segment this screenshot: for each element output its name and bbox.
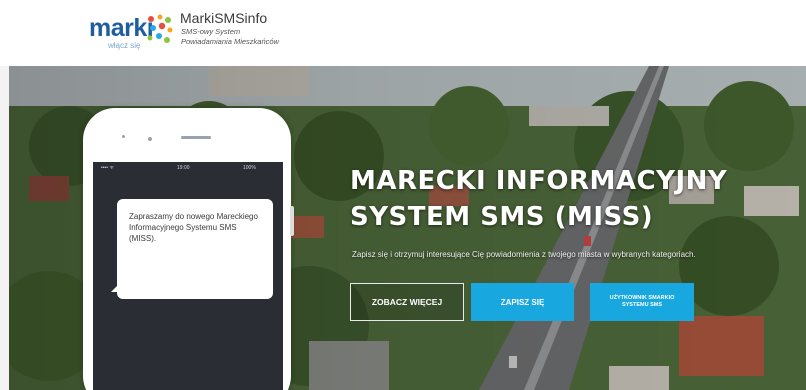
hero-subtitle: Zapisz się i otrzymuj interesujące Cię p… — [352, 250, 696, 259]
logo-tagline: włącz się — [108, 41, 141, 50]
signup-button[interactable]: ZAPISZ SIĘ — [471, 283, 574, 321]
brand-subtitle-line2: Powiadamiania Mieszkańców — [181, 37, 279, 46]
sms-message-text: Zapraszamy do nowego Mareckiego Informac… — [129, 212, 258, 243]
logo-dots-icon — [147, 14, 173, 43]
status-time: 19:00 — [177, 165, 190, 171]
phone-sensor-icon — [148, 137, 152, 141]
logo-wordmark[interactable]: marki — [89, 14, 154, 43]
hero-title-line1: MARECKI INFORMACYJNY — [350, 166, 728, 196]
site-header: marki włącz się MarkiSMSinfo SMS-owy Sys… — [0, 0, 806, 66]
users-button[interactable]: UŻYTKOWNIK SMARKIO SYSTEMU SMS — [590, 283, 694, 321]
see-more-button[interactable]: ZOBACZ WIĘCEJ — [350, 283, 464, 321]
phone-screen: •••• ᯤ 19:00 100% Zapraszamy do nowego M… — [93, 162, 283, 390]
brand-subtitle-line1: SMS-owy System — [181, 27, 241, 36]
battery-indicator: 100% — [243, 165, 256, 171]
bubble-tail — [111, 282, 121, 292]
phone-side-button — [290, 206, 294, 236]
hero-title-line2: SYSTEM SMS (MISS) — [350, 202, 654, 232]
sms-message-bubble: Zapraszamy do nowego Mareckiego Informac… — [117, 199, 273, 299]
phone-status-bar: •••• ᯤ 19:00 100% — [93, 162, 283, 174]
phone-camera-icon — [122, 135, 125, 138]
brand-title: MarkiSMSinfo — [180, 10, 268, 26]
hero-banner: MARECKI INFORMACYJNY SYSTEM SMS (MISS) Z… — [9, 66, 806, 390]
phone-speaker-icon — [181, 136, 211, 139]
signal-icon: •••• ᯤ — [101, 165, 114, 171]
